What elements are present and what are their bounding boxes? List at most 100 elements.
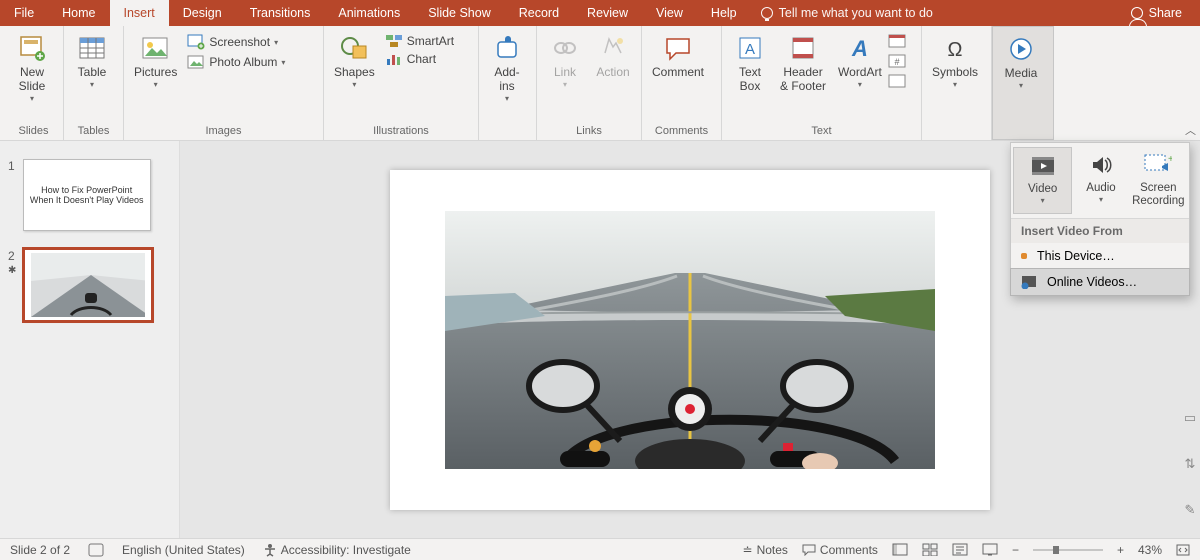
- notes-button[interactable]: ≐ Notes: [743, 543, 788, 557]
- thumb-image: [31, 253, 145, 317]
- media-audio-button[interactable]: Audio▾: [1072, 147, 1129, 214]
- symbols-button[interactable]: Ω Symbols ▾: [926, 28, 984, 89]
- shapes-icon: [338, 32, 370, 64]
- new-slide-button[interactable]: New Slide ▾: [8, 28, 56, 103]
- svg-text:+: +: [1168, 154, 1172, 165]
- table-button[interactable]: Table ▾: [68, 28, 116, 89]
- media-item-this-device[interactable]: This Device…: [1011, 243, 1189, 269]
- tab-review[interactable]: Review: [573, 0, 642, 26]
- smartart-icon: [385, 34, 403, 48]
- tab-help[interactable]: Help: [697, 0, 751, 26]
- tab-view[interactable]: View: [642, 0, 697, 26]
- slide-number-icon[interactable]: #: [888, 54, 906, 68]
- pictures-button[interactable]: Pictures ▾: [128, 28, 183, 89]
- view-normal-icon[interactable]: [892, 543, 908, 556]
- view-slideshow-icon[interactable]: [982, 543, 998, 556]
- zoom-value[interactable]: 43%: [1138, 543, 1162, 557]
- slide-thumbnail[interactable]: How to Fix PowerPoint When It Doesn't Pl…: [23, 159, 151, 231]
- media-label: Media: [1005, 67, 1038, 81]
- tab-record[interactable]: Record: [505, 0, 573, 26]
- media-icon: [1005, 33, 1037, 65]
- thumb-number: 1: [8, 159, 15, 173]
- new-slide-label: New Slide: [19, 66, 46, 94]
- media-video-button[interactable]: Video▾: [1013, 147, 1072, 214]
- group-label-symbols: [926, 137, 987, 140]
- wordart-button[interactable]: A WordArt ▾: [832, 28, 888, 89]
- chart-button[interactable]: Chart: [381, 50, 458, 68]
- new-slide-icon: [16, 32, 48, 64]
- vstrip-icon[interactable]: ✎: [1185, 502, 1196, 518]
- wordart-icon: A: [844, 32, 876, 64]
- photo-album-button[interactable]: Photo Album▾: [183, 52, 289, 72]
- menu-tab-bar: FileHomeInsertDesignTransitionsAnimation…: [0, 0, 1200, 26]
- media-audio-label: Audio: [1086, 182, 1115, 195]
- text-box-button[interactable]: A Text Box: [726, 28, 774, 94]
- media-screen-recording-button[interactable]: + Screen Recording: [1130, 147, 1187, 214]
- header-footer-button[interactable]: Header & Footer: [774, 28, 832, 94]
- group-label-illustrations: Illustrations: [328, 125, 474, 140]
- vstrip-icon[interactable]: ▭: [1184, 410, 1196, 426]
- svg-text:#: #: [894, 57, 899, 67]
- tab-insert[interactable]: Insert: [110, 0, 169, 26]
- tab-animations[interactable]: Animations: [324, 0, 414, 26]
- shapes-button[interactable]: Shapes ▾: [328, 28, 381, 89]
- slide-canvas[interactable]: [390, 170, 990, 510]
- accessibility-button[interactable]: Accessibility: Investigate: [263, 543, 411, 557]
- online-video-icon: [1021, 275, 1037, 289]
- slide-image[interactable]: [445, 211, 935, 469]
- addins-icon: [491, 32, 523, 64]
- media-dropdown: Video▾ Audio▾ + Screen Recording Insert …: [1010, 142, 1190, 296]
- media-screen-rec-label: Screen Recording: [1132, 182, 1184, 208]
- svg-text:A: A: [745, 41, 755, 58]
- text-box-icon: A: [734, 32, 766, 64]
- action-button: Action: [589, 28, 637, 80]
- comments-button[interactable]: Comments: [802, 543, 878, 557]
- ribbon: New Slide ▾ Slides Table ▾ Tables Pictur: [0, 26, 1200, 141]
- zoom-slider[interactable]: [1033, 545, 1103, 555]
- status-language[interactable]: English (United States): [122, 543, 245, 557]
- object-icon[interactable]: [888, 74, 906, 88]
- zoom-out-button[interactable]: −: [1012, 543, 1019, 557]
- tab-home[interactable]: Home: [48, 0, 109, 26]
- view-sorter-icon[interactable]: [922, 543, 938, 556]
- comment-button[interactable]: Comment: [646, 28, 710, 80]
- tab-slide-show[interactable]: Slide Show: [414, 0, 505, 26]
- comment-label: Comment: [652, 66, 704, 80]
- addins-label: Add- ins: [494, 66, 519, 94]
- collapse-ribbon-icon[interactable]: ︿: [1185, 122, 1196, 138]
- tell-me[interactable]: Tell me what you want to do: [761, 6, 933, 20]
- tab-file[interactable]: File: [0, 0, 48, 26]
- header-footer-label: Header & Footer: [780, 66, 826, 94]
- addins-button[interactable]: Add- ins ▾: [483, 28, 531, 103]
- share-button[interactable]: Share: [1131, 6, 1182, 20]
- table-icon: [76, 32, 108, 64]
- svg-text:A: A: [851, 36, 868, 61]
- media-item-online-videos[interactable]: Online Videos…: [1010, 268, 1190, 296]
- svg-text:Ω: Ω: [948, 39, 963, 61]
- symbols-label: Symbols: [932, 66, 978, 80]
- view-reading-icon[interactable]: [952, 543, 968, 556]
- media-button[interactable]: Media ▾: [997, 29, 1045, 90]
- notes-icon: ≐: [743, 543, 753, 557]
- animation-star-icon: ✱: [8, 265, 16, 276]
- vstrip-icon[interactable]: ⇅: [1185, 456, 1196, 472]
- screenshot-icon: [187, 34, 205, 50]
- lightbulb-icon: [761, 7, 773, 19]
- table-label: Table: [78, 66, 107, 80]
- status-slide: Slide 2 of 2: [10, 543, 70, 557]
- screenshot-button[interactable]: Screenshot▾: [183, 32, 289, 52]
- slide-thumbnail[interactable]: [24, 249, 152, 321]
- spellcheck-icon[interactable]: [88, 543, 104, 557]
- thumb-text: How to Fix PowerPoint When It Doesn't Pl…: [30, 185, 144, 205]
- tab-design[interactable]: Design: [169, 0, 236, 26]
- group-label-slides: Slides: [8, 125, 59, 140]
- shapes-label: Shapes: [334, 66, 375, 80]
- tab-transitions[interactable]: Transitions: [236, 0, 325, 26]
- share-label: Share: [1149, 6, 1182, 20]
- zoom-in-button[interactable]: +: [1117, 543, 1124, 557]
- fit-window-icon[interactable]: [1176, 544, 1190, 556]
- smartart-button[interactable]: SmartArt: [381, 32, 458, 50]
- screen-recording-icon: +: [1144, 151, 1172, 179]
- date-time-icon[interactable]: [888, 34, 906, 48]
- wordart-label: WordArt: [838, 66, 882, 80]
